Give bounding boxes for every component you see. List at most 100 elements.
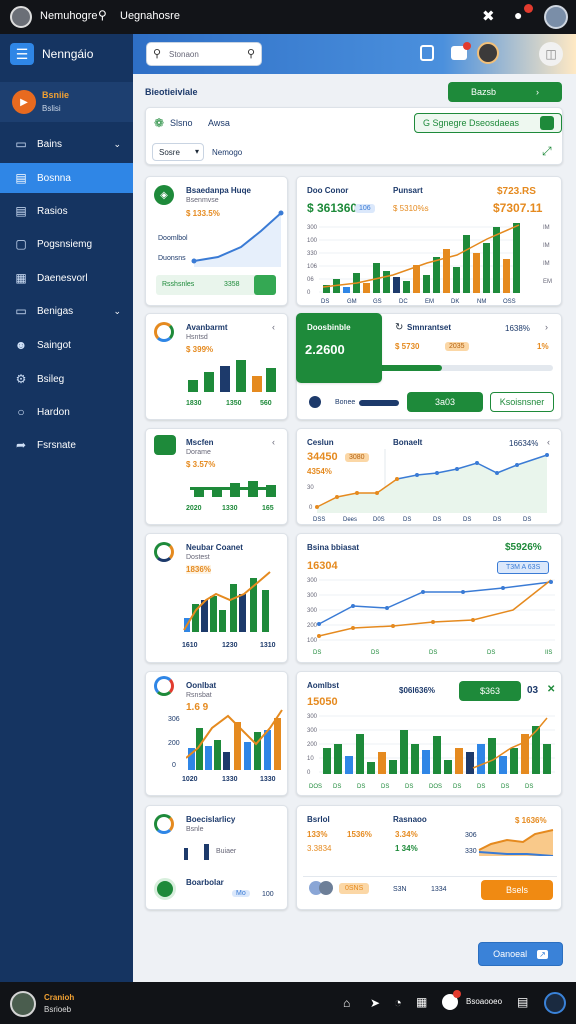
- data-point: [391, 624, 395, 628]
- data-point: [431, 620, 435, 624]
- card-mscfen[interactable]: Mscfen Dorame $ 3.57% ‹ 2020 1330 165: [145, 428, 288, 525]
- sidebar-item-bosnna[interactable]: ▤ Bosnna: [0, 163, 133, 193]
- user-icon: ☻: [14, 338, 28, 352]
- primary-action-label: Bazsb: [470, 87, 496, 97]
- confirm-button[interactable]: 3a03: [407, 392, 483, 412]
- send-icon[interactable]: ➤: [370, 996, 380, 1010]
- chevron-left-icon[interactable]: ‹: [272, 437, 275, 447]
- card-title: Avanbarmt: [186, 323, 228, 332]
- user-avatar[interactable]: [544, 5, 568, 29]
- home-icon[interactable]: ⌂: [343, 996, 350, 1010]
- card-neubar-coanet[interactable]: Neubar Coanet Dostest 1836% 1610 1230 13…: [145, 533, 288, 663]
- orange-action-button[interactable]: Bsels: [481, 880, 553, 900]
- avatar: [319, 881, 333, 895]
- sidebar-item-label: Pogsnsiemg: [37, 238, 93, 250]
- profile-icon[interactable]: [544, 992, 566, 1014]
- x-tick-label: DSS: [313, 517, 325, 523]
- data-point: [455, 467, 459, 471]
- card-aomlbst[interactable]: Aomlbst 15050 $06l636% $363 03 ✕ 300 300 2…: [296, 671, 562, 796]
- x-tick-label: DS: [525, 784, 533, 790]
- card-title: Bsaedanpa Huqe: [186, 186, 251, 195]
- footer-label-1: 0SNS: [339, 883, 370, 894]
- right-label: IM: [543, 243, 550, 249]
- grid-icon[interactable]: ▦: [416, 995, 427, 1009]
- sidebar-item-hardon[interactable]: ○ Hardon: [0, 397, 133, 427]
- bar: [413, 265, 420, 293]
- sidebar-item-saingot[interactable]: ☻ Saingot: [0, 330, 133, 360]
- bar: [400, 730, 408, 774]
- close-icon[interactable]: ✕: [547, 684, 555, 695]
- sidebar-item-bsileg[interactable]: ⚙ Bsileg: [0, 364, 133, 394]
- bar: [466, 752, 474, 774]
- chevron-left-icon[interactable]: ‹: [547, 437, 550, 447]
- shield-icon: [309, 396, 321, 408]
- secondary-button[interactable]: Ksoisnsner: [490, 392, 554, 412]
- sidebar-item-benigas[interactable]: ▭ Benigas ⌄: [0, 296, 133, 326]
- leaf-icon: [154, 878, 176, 900]
- expand-icon: ↗: [537, 949, 548, 959]
- floating-action-button[interactable]: Oanoeal ↗: [478, 942, 563, 966]
- sidebar-item-pogsnsiemg[interactable]: ▢ Pogsnsiemg: [0, 229, 133, 259]
- value-button-label: $363: [479, 686, 501, 696]
- data-point: [351, 626, 355, 630]
- user-avatar[interactable]: [477, 42, 499, 64]
- sidebar-item-label: Fsrsnate: [37, 439, 76, 451]
- bottom-item[interactable]: Bsoaooeo: [466, 997, 502, 1006]
- sidebar-item-bains[interactable]: ▭ Bains ⌄: [0, 129, 133, 159]
- card-boecislarlicy[interactable]: Boecislarlicy Bsnle Buiaer Boarbolar Mo …: [145, 805, 288, 910]
- card-pct: $ 1636%: [515, 816, 547, 825]
- close-icon[interactable]: ✖: [482, 7, 495, 25]
- y-tick-label: 300: [307, 593, 318, 599]
- card-bsina-bbiasat[interactable]: Bsina bbiasat $5926% 16304 T3M A 63S 300…: [296, 533, 562, 663]
- filter-toggle-icon[interactable]: [540, 116, 554, 130]
- card-pct: $ 399%: [186, 345, 214, 354]
- profile-card[interactable]: ▶ Bsniie Bslisi: [0, 82, 133, 122]
- card-value: 2.2600: [305, 342, 345, 357]
- bar: [463, 235, 470, 293]
- filter-label: G Sgnegre Dseosdaeas: [423, 118, 520, 128]
- card-subtitle: Dorame: [186, 449, 211, 456]
- card-bsaedanpa[interactable]: ◈ Bsaedanpa Huqe Bsenmvse $ 133.5% Dooml…: [145, 176, 288, 306]
- refresh-icon[interactable]: ↻: [395, 322, 403, 333]
- footer-button[interactable]: [254, 275, 276, 295]
- card-bsrlol[interactable]: Bsrlol Rasnaoo $ 1636% 133% 1536% 3.34% …: [296, 805, 562, 910]
- search-icon[interactable]: ⚲: [98, 8, 107, 22]
- bar: [473, 253, 480, 293]
- sidebar-item-fsrsnate[interactable]: ➦ Fsrsnate: [0, 430, 133, 460]
- primary-action-button[interactable]: Bazsb ›: [448, 82, 562, 102]
- card-avanbarmt[interactable]: Avanbarmt Hsntsd $ 399% ‹ 1830 1350 560: [145, 313, 288, 420]
- settings-icon[interactable]: ◫: [539, 42, 563, 66]
- tab-slsno[interactable]: Slsno: [170, 118, 193, 128]
- search-input[interactable]: ⚲ Stonaon ⚲: [146, 42, 262, 66]
- card-bar-chart: [188, 360, 276, 392]
- sort-select[interactable]: Sosre ▾: [152, 143, 204, 161]
- clock-icon[interactable]: ◔: [394, 995, 402, 1010]
- card-doosbinble[interactable]: Doosbinble 2.2600: [296, 313, 382, 383]
- notification-icon[interactable]: ●: [514, 7, 522, 23]
- tab-awsa[interactable]: Awsa: [208, 118, 230, 128]
- avatar[interactable]: [10, 6, 32, 28]
- x-label: 1830: [186, 400, 202, 407]
- x-label: 1330: [222, 776, 238, 783]
- expand-icon[interactable]: ⤢: [542, 144, 552, 159]
- sidebar-item-rasios[interactable]: ▤ Rasios: [0, 196, 133, 226]
- card-icon: ◈: [154, 185, 174, 205]
- window-icon[interactable]: ▤: [517, 995, 528, 1009]
- y-tick-label: 0: [307, 290, 311, 296]
- card-doo-conor[interactable]: Doo Conor Punsart $ 361360 106 $ 5310%s …: [296, 176, 562, 306]
- card-oonlbat[interactable]: Oonlbat Rsnsbat 1.6 9 306 200 0 1020 133…: [145, 671, 288, 796]
- search-icon: ⚲: [153, 48, 162, 60]
- card-badge: T3M A 63S: [497, 561, 550, 574]
- search-icon: ⚲: [247, 48, 256, 60]
- card-ceslun[interactable]: Ceslun Bonaelt 16634% ‹ 34450 3080 4354%…: [296, 428, 562, 525]
- menu-icon[interactable]: ☰: [10, 43, 34, 65]
- value-button[interactable]: $363: [459, 681, 521, 701]
- chart-icon: ▤: [15, 171, 27, 185]
- card-label-1: Buiaer: [216, 848, 237, 855]
- document-icon[interactable]: [420, 45, 434, 61]
- avatar[interactable]: [10, 991, 36, 1017]
- chevron-right-icon[interactable]: ›: [545, 322, 548, 332]
- x-tick-label: DS: [357, 784, 365, 790]
- chevron-left-icon[interactable]: ‹: [272, 322, 275, 332]
- sidebar-item-daenesvorl[interactable]: ▦ Daenesvorl: [0, 263, 133, 293]
